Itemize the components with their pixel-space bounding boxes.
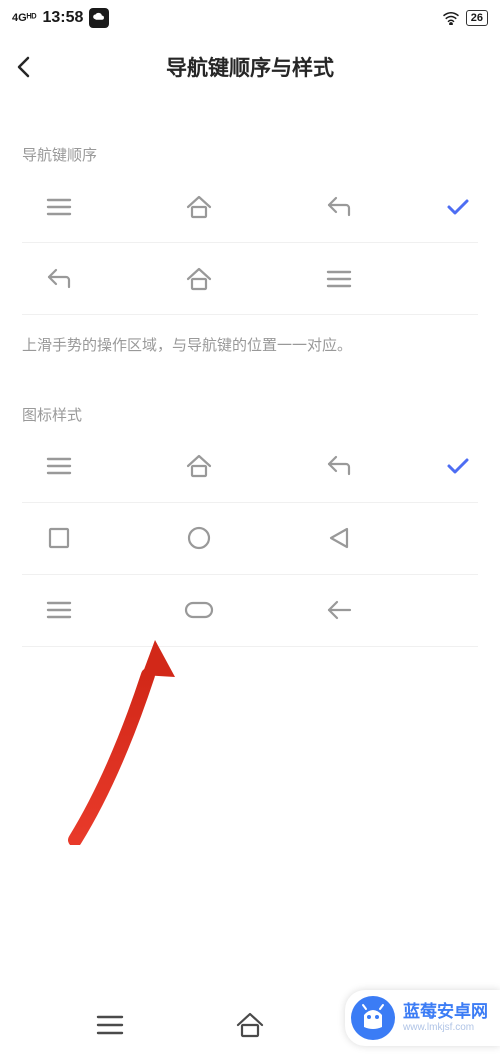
icon-style-preview xyxy=(22,595,438,625)
system-home-button[interactable] xyxy=(234,1009,266,1041)
watermark-text: 蓝莓安卓网 www.lmkjsf.com xyxy=(403,1003,488,1033)
watermark-url: www.lmkjsf.com xyxy=(403,1022,488,1033)
settings-content: 导航键顺序 上滑手势的操作区域，与导航键的位置一一对应。 图标样式 xyxy=(0,144,500,647)
page-title: 导航键顺序与样式 xyxy=(166,52,334,82)
back-icon xyxy=(44,264,74,294)
home-icon xyxy=(184,451,214,481)
battery-indicator: 26 xyxy=(466,10,488,26)
status-bar: 4Gᴴᴰ 13:58 26 xyxy=(0,0,500,36)
menu-icon xyxy=(44,451,74,481)
chevron-left-icon xyxy=(16,56,30,78)
back-icon xyxy=(324,192,354,222)
menu-icon xyxy=(44,595,74,625)
status-right: 26 xyxy=(442,10,488,26)
menu-icon xyxy=(44,192,74,222)
pill-icon xyxy=(184,595,214,625)
icon-style-preview xyxy=(22,451,438,481)
arrow-left-icon xyxy=(324,595,354,625)
app-header: 导航键顺序与样式 xyxy=(0,36,500,98)
icon-style-option-2[interactable] xyxy=(22,503,478,575)
section-label-style: 图标样式 xyxy=(22,404,478,425)
annotation-arrow xyxy=(60,635,190,845)
watermark-logo xyxy=(351,996,395,1040)
checkmark-icon xyxy=(446,456,470,476)
icon-style-preview xyxy=(22,523,438,553)
nav-order-preview xyxy=(22,264,438,294)
watermark: 蓝莓安卓网 www.lmkjsf.com xyxy=(345,990,500,1046)
check-slot xyxy=(438,197,478,217)
home-icon xyxy=(184,192,214,222)
nav-order-option-1[interactable] xyxy=(22,171,478,243)
home-icon xyxy=(184,264,214,294)
section-label-order: 导航键顺序 xyxy=(22,144,478,165)
system-menu-button[interactable] xyxy=(94,1009,126,1041)
back-icon xyxy=(324,451,354,481)
watermark-title: 蓝莓安卓网 xyxy=(403,1003,488,1022)
nav-order-preview xyxy=(22,192,438,222)
check-slot xyxy=(438,456,478,476)
gesture-note: 上滑手势的操作区域，与导航键的位置一一对应。 xyxy=(22,335,478,358)
clock: 13:58 xyxy=(42,9,83,27)
icon-style-option-3[interactable] xyxy=(22,575,478,647)
status-left: 4Gᴴᴰ 13:58 xyxy=(12,8,109,28)
back-button[interactable] xyxy=(16,53,44,81)
signal-indicator: 4Gᴴᴰ xyxy=(12,13,36,24)
checkmark-icon xyxy=(446,197,470,217)
square-icon xyxy=(44,523,74,553)
nav-order-option-2[interactable] xyxy=(22,243,478,315)
wifi-icon xyxy=(442,11,460,25)
notification-icon xyxy=(89,8,109,28)
circle-icon xyxy=(184,523,214,553)
icon-style-option-1[interactable] xyxy=(22,431,478,503)
triangle-left-icon xyxy=(324,523,354,553)
menu-icon xyxy=(324,264,354,294)
